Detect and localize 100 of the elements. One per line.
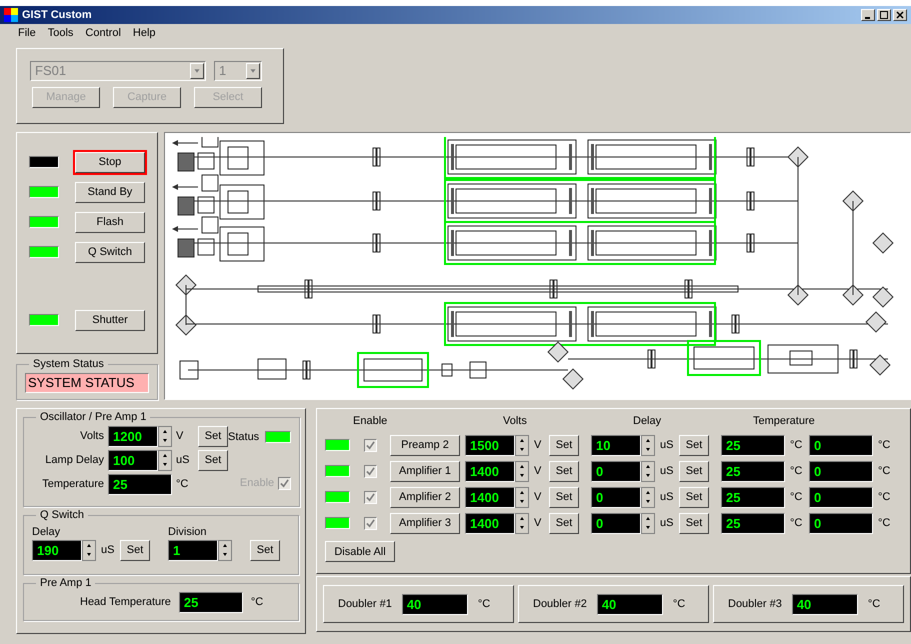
push-button[interactable]: Set (679, 486, 709, 508)
value-field[interactable]: 1400 (465, 512, 515, 534)
value-field[interactable]: 0 (591, 460, 641, 482)
unit-label: °C (478, 596, 492, 612)
spinner-arrows[interactable] (641, 486, 655, 508)
column-header: Temperature (753, 414, 815, 429)
unit-label: °C (790, 464, 804, 479)
menu-item[interactable]: Control (85, 24, 121, 42)
value-readout: 40 (792, 594, 858, 614)
unit-label: °C (878, 464, 892, 479)
push-button[interactable]: Set (198, 450, 228, 470)
checkmark-icon (366, 440, 374, 450)
unit-label: uS (660, 490, 674, 505)
value-field[interactable]: 10 (591, 434, 641, 456)
checkmark-icon (280, 478, 290, 488)
push-button[interactable]: Q Switch (75, 242, 145, 262)
push-button[interactable]: Disable All (325, 541, 395, 562)
status-label: Status (228, 430, 260, 444)
value-field[interactable]: 190 (32, 540, 82, 561)
push-button[interactable]: Set (549, 460, 579, 482)
value-readout: 40 (596, 594, 663, 614)
checkbox[interactable] (364, 438, 376, 452)
value-field[interactable]: 1400 (465, 486, 515, 508)
spinner-arrows[interactable] (82, 540, 96, 561)
value-field[interactable]: 1500 (465, 434, 515, 456)
field-label: Doubler #2 (533, 596, 587, 612)
status-text-box: SYSTEM STATUS (25, 372, 149, 392)
spinner-arrows[interactable] (515, 460, 529, 482)
push-button[interactable]: Stand By (75, 182, 145, 202)
push-button[interactable]: Amplifier 2 (390, 486, 460, 508)
value-readout: 25 (721, 512, 785, 534)
unit-label: °C (868, 596, 882, 612)
spinner-arrows[interactable] (158, 450, 172, 470)
unit-label: uS (660, 464, 674, 479)
push-button[interactable]: Set (679, 512, 709, 534)
unit-label: uS (101, 543, 115, 558)
unit-label: °C (878, 516, 892, 531)
menu-item[interactable]: File (18, 24, 36, 42)
value-field[interactable]: 1400 (465, 460, 515, 482)
field-label: Doubler #3 (728, 596, 782, 612)
push-button[interactable]: Preamp 2 (390, 434, 460, 456)
unit-label: uS (660, 438, 674, 453)
unit-label: °C (878, 438, 892, 453)
value-readout: 25 (721, 486, 785, 508)
group-title: Oscillator / Pre Amp 1 (39, 410, 148, 425)
push-button[interactable]: Set (679, 460, 709, 482)
spinner-arrows[interactable] (641, 512, 655, 534)
checkbox[interactable] (364, 464, 376, 478)
push-button[interactable]: Flash (75, 212, 145, 232)
spinner-arrows[interactable] (641, 434, 655, 456)
checkmark-icon (366, 466, 374, 476)
spinner-arrows[interactable] (515, 512, 529, 534)
value-field[interactable]: 0 (591, 512, 641, 534)
value-readout: 0 (809, 434, 873, 456)
spinner-arrows[interactable] (158, 426, 172, 446)
push-button[interactable]: Amplifier 1 (390, 460, 460, 482)
push-button[interactable]: Amplifier 3 (390, 512, 460, 534)
value-field[interactable]: 100 (108, 450, 158, 470)
unit-label: V (534, 490, 542, 505)
unit-label: uS (176, 452, 190, 468)
minimize-button[interactable] (861, 9, 875, 21)
push-button[interactable]: Shutter (75, 310, 145, 330)
dropdown-value: 1 (219, 62, 226, 80)
spinner-arrows[interactable] (515, 486, 529, 508)
menu-item[interactable]: Tools (48, 24, 74, 42)
unit-label: °C (790, 438, 804, 453)
checkmark-icon (366, 518, 374, 528)
maximize-button[interactable] (877, 9, 891, 21)
dropdown-value: FS01 (35, 62, 66, 80)
spinner-arrows[interactable] (515, 434, 529, 456)
value-readout: 25 (721, 434, 785, 456)
push-button[interactable]: Set (250, 540, 280, 561)
field-label: Volts (79, 428, 104, 444)
unit-label: °C (790, 490, 804, 505)
unit-label: uS (660, 516, 674, 531)
group-title: Q Switch (39, 508, 86, 523)
push-button[interactable]: Set (679, 434, 709, 456)
unit-label: °C (250, 594, 264, 610)
value-field[interactable]: 0 (591, 486, 641, 508)
checkbox[interactable] (364, 490, 376, 504)
push-button[interactable]: Stop (75, 152, 145, 172)
push-button[interactable]: Set (549, 434, 579, 456)
field-label: Lamp Delay (44, 452, 104, 468)
checkbox[interactable] (364, 516, 376, 530)
value-field[interactable]: 1200 (108, 426, 158, 446)
push-button[interactable]: Set (549, 512, 579, 534)
spinner-arrows[interactable] (218, 540, 232, 561)
value-readout: 25 (108, 474, 172, 494)
value-field[interactable]: 1 (168, 540, 218, 561)
push-button[interactable]: Set (198, 426, 228, 446)
menu-item[interactable]: Help (132, 24, 156, 42)
unit-label: V (534, 438, 542, 453)
close-button[interactable] (893, 9, 907, 21)
spinner-arrows[interactable] (641, 460, 655, 482)
unit-label: V (176, 428, 184, 444)
checkbox[interactable] (278, 476, 292, 490)
maximize-icon (880, 11, 888, 19)
push-button[interactable]: Set (549, 486, 579, 508)
unit-label: °C (790, 516, 804, 531)
push-button[interactable]: Set (120, 540, 150, 561)
